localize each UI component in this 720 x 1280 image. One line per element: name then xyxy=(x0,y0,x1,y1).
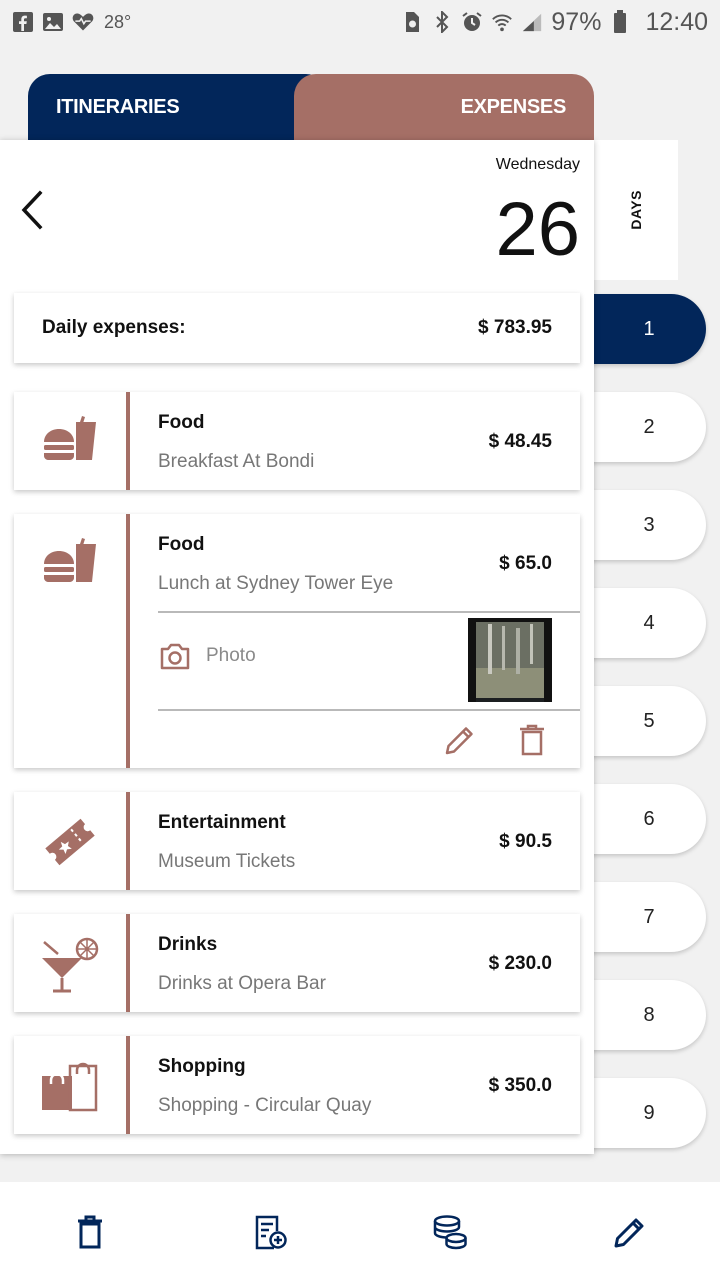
battery-icon xyxy=(609,10,631,33)
edit-expense-button[interactable] xyxy=(442,722,478,758)
coins-icon xyxy=(433,1215,467,1250)
chevron-left-icon xyxy=(21,190,43,230)
status-right: 97% 12:40 xyxy=(401,8,708,37)
delete-day-button[interactable] xyxy=(68,1210,112,1254)
weekday: Wednesday xyxy=(495,156,580,173)
expense-description: Drinks at Opera Bar xyxy=(158,973,326,994)
expense-amount: $ 65.0 xyxy=(499,553,552,574)
expense-description: Shopping - Circular Quay xyxy=(158,1095,372,1116)
photo-label: Photo xyxy=(206,645,256,666)
edit-day-button[interactable] xyxy=(608,1210,652,1254)
bottom-toolbar xyxy=(0,1182,720,1280)
expense-amount: $ 350.0 xyxy=(488,1075,552,1096)
sim-icon xyxy=(401,11,423,33)
facebook-icon xyxy=(12,11,34,33)
days-header: DAYS xyxy=(594,140,678,280)
clock: 12:40 xyxy=(645,7,708,36)
add-item-icon xyxy=(255,1215,287,1250)
expense-category: Food xyxy=(158,534,205,555)
status-left: 28° xyxy=(12,11,131,33)
expense-amount: $ 230.0 xyxy=(488,953,552,974)
daily-expenses-summary: Daily expenses: $ 783.95 xyxy=(14,293,580,363)
expense-item[interactable]: Drinks Drinks at Opera Bar $ 230.0 xyxy=(14,914,580,1012)
expense-category: Shopping xyxy=(158,1056,246,1077)
gallery-icon xyxy=(42,11,64,33)
bluetooth-icon xyxy=(431,11,453,33)
expense-divider xyxy=(126,914,130,1012)
signal-icon xyxy=(521,11,543,33)
days-label: DAYS xyxy=(628,190,644,230)
expense-item[interactable]: Food Breakfast At Bondi $ 48.45 xyxy=(14,392,580,490)
expense-divider xyxy=(126,792,130,890)
alarm-icon xyxy=(461,11,483,33)
camera-icon xyxy=(160,643,190,670)
expense-divider xyxy=(126,392,130,490)
ticket-icon xyxy=(40,812,100,872)
expense-category: Entertainment xyxy=(158,812,286,833)
expense-description: Museum Tickets xyxy=(158,851,296,872)
back-button[interactable] xyxy=(14,188,50,232)
food-icon xyxy=(40,534,100,594)
photo-thumbnail[interactable] xyxy=(468,618,552,702)
expense-amount: $ 90.5 xyxy=(499,831,552,852)
day-number: 26 xyxy=(495,187,580,272)
expense-description: Lunch at Sydney Tower Eye xyxy=(158,573,394,594)
expense-item[interactable]: Entertainment Museum Tickets $ 90.5 xyxy=(14,792,580,890)
budget-button[interactable] xyxy=(428,1210,472,1254)
delete-expense-button[interactable] xyxy=(514,722,550,758)
expense-divider xyxy=(126,514,130,768)
cocktail-icon xyxy=(40,934,100,994)
battery-level: 97% xyxy=(551,7,602,36)
pencil-icon xyxy=(614,1218,644,1248)
trash-icon xyxy=(78,1215,102,1249)
trash-icon xyxy=(520,724,544,756)
shopping-bags-icon xyxy=(40,1054,100,1114)
expense-separator xyxy=(158,709,580,711)
daily-expenses-label: Daily expenses: xyxy=(42,317,186,338)
expenses-card: Wednesday 26 Daily expenses: $ 783.95 Fo… xyxy=(0,140,594,1154)
food-icon xyxy=(40,412,100,472)
photo-button[interactable]: Photo xyxy=(160,642,256,670)
expense-separator xyxy=(158,611,580,613)
status-bar: 28° 97% 12:40 xyxy=(0,0,720,44)
temperature: 28° xyxy=(104,11,132,32)
expense-divider xyxy=(126,1036,130,1134)
expense-category: Drinks xyxy=(158,934,218,955)
expense-amount: $ 48.45 xyxy=(488,431,552,452)
expense-item-expanded[interactable]: Food Lunch at Sydney Tower Eye $ 65.0 Ph… xyxy=(14,514,580,768)
wifi-icon xyxy=(491,11,513,33)
expense-category: Food xyxy=(158,412,205,433)
pencil-icon xyxy=(445,727,473,755)
health-icon xyxy=(72,11,94,33)
expense-description: Breakfast At Bondi xyxy=(158,451,315,472)
add-expense-button[interactable] xyxy=(248,1210,292,1254)
expense-item[interactable]: Shopping Shopping - Circular Quay $ 350.… xyxy=(14,1036,580,1134)
daily-expenses-total: $ 783.95 xyxy=(478,317,552,338)
